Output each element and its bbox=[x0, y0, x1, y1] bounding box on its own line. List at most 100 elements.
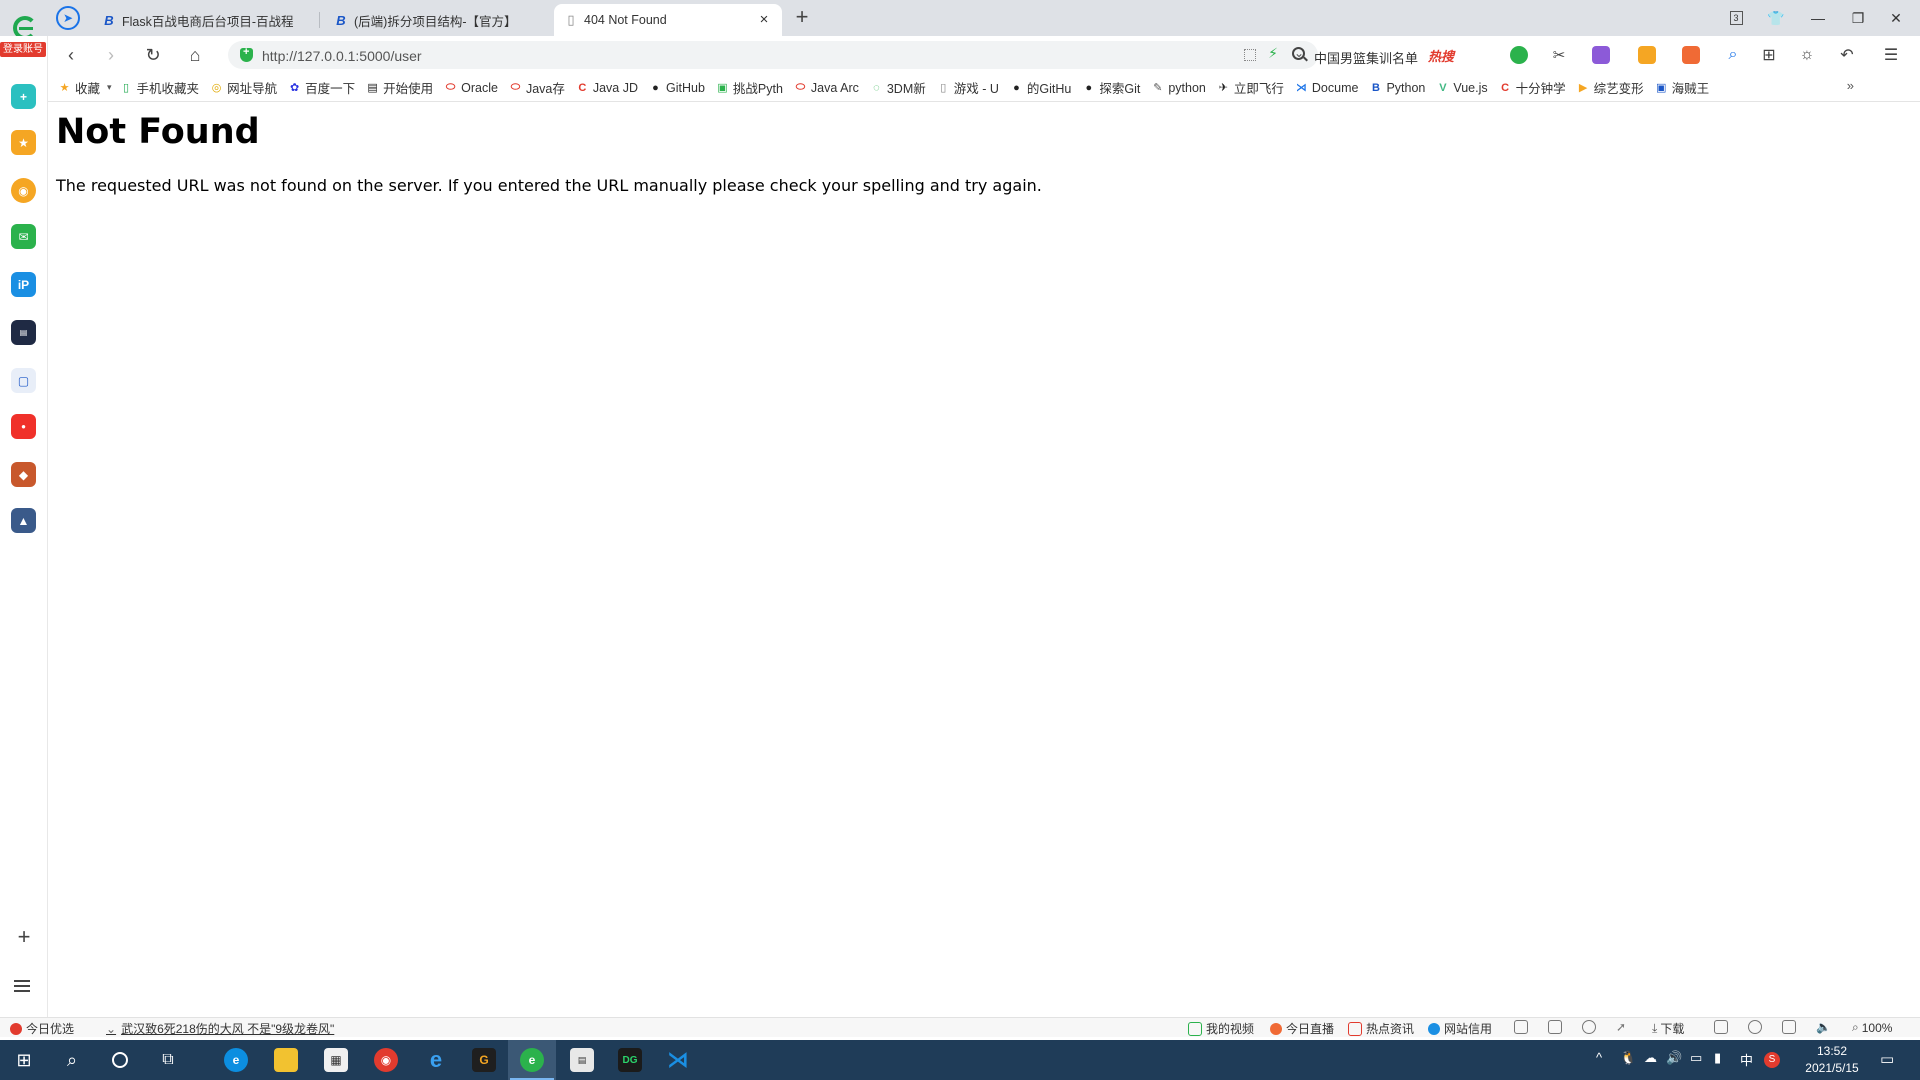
bookmark-item[interactable]: ⬭ Java存 bbox=[509, 78, 565, 98]
restore-button[interactable]: ❐ bbox=[1844, 4, 1872, 32]
shirt-icon[interactable]: 👕 bbox=[1762, 4, 1790, 32]
menu-icon[interactable]: ☰ bbox=[1878, 42, 1904, 68]
tab-count-button[interactable]: 3 bbox=[1722, 4, 1750, 32]
qr-code-icon[interactable] bbox=[1244, 49, 1256, 61]
apps-grid-icon[interactable]: ⊞ bbox=[1756, 42, 1782, 68]
qq-tray-icon[interactable]: 🐧 bbox=[1620, 1050, 1636, 1066]
window-status-icon[interactable] bbox=[1782, 1020, 1796, 1034]
address-bar[interactable]: http://127.0.0.1:5000/user ⚡ ⌄ bbox=[228, 41, 1318, 69]
show-hidden-icons[interactable]: ^ bbox=[1596, 1050, 1602, 1065]
vscode-taskbar-button[interactable]: ⋊ bbox=[654, 1040, 702, 1080]
bookmarks-more-button[interactable]: » bbox=[1847, 78, 1854, 93]
bookmark-item[interactable]: ◎ 网址导航 bbox=[210, 78, 277, 98]
bookmark-item[interactable]: ✎ python bbox=[1151, 78, 1206, 98]
ime-indicator[interactable]: 中 bbox=[1740, 1050, 1753, 1069]
brightness-icon[interactable]: ☼ bbox=[1794, 42, 1820, 68]
rocket-status-icon[interactable]: ➚ bbox=[1616, 1020, 1626, 1034]
sidebar-game-icon[interactable]: ◆ bbox=[11, 462, 36, 487]
back-button[interactable]: ‹ bbox=[58, 42, 84, 68]
bookmark-item[interactable]: B Python bbox=[1369, 78, 1425, 98]
bookmark-item[interactable]: V Vue.js bbox=[1436, 78, 1487, 98]
speed-mode-icon[interactable]: ⚡ bbox=[1268, 45, 1278, 62]
sidebar-game2-icon[interactable]: ▲ bbox=[11, 508, 36, 533]
bookmark-item[interactable]: ● GitHub bbox=[649, 78, 705, 98]
home-button[interactable]: ⌂ bbox=[182, 42, 208, 68]
bookmark-item[interactable]: ✿ 百度一下 bbox=[288, 78, 355, 98]
shield-ext-icon[interactable] bbox=[1638, 46, 1656, 64]
new-tab-button[interactable]: + bbox=[790, 6, 814, 30]
sidebar-star-icon[interactable]: ★ bbox=[11, 130, 36, 155]
sidebar-medical-icon[interactable]: + bbox=[11, 84, 36, 109]
tab-project-structure[interactable]: B (后端)拆分项目结构-【官方】 bbox=[324, 4, 552, 36]
start-button[interactable]: ⊞ bbox=[0, 1040, 48, 1080]
tab-not-found[interactable]: ▯ 404 Not Found × bbox=[554, 4, 782, 36]
explorer-taskbar-button[interactable] bbox=[262, 1040, 310, 1080]
sidebar-news-icon[interactable]: ▤ bbox=[11, 320, 36, 345]
datagrip-taskbar-button[interactable]: DG bbox=[606, 1040, 654, 1080]
bookmark-item[interactable]: ⋊ Docume bbox=[1295, 78, 1359, 98]
scissors-icon[interactable]: ✂ bbox=[1546, 42, 1572, 68]
shield-status-icon[interactable] bbox=[1514, 1020, 1528, 1034]
image-status-icon[interactable] bbox=[1548, 1020, 1562, 1034]
news-ticker[interactable]: ⌄ 武汉致6死218伤的大风 不是"9级龙卷风" bbox=[106, 1020, 334, 1037]
bookmark-item[interactable]: C 十分钟学 bbox=[1499, 78, 1566, 98]
sidebar-list-icon[interactable] bbox=[14, 980, 30, 995]
site-credit[interactable]: 网站信用 bbox=[1428, 1020, 1492, 1037]
sound-status-icon[interactable]: 🔈 bbox=[1816, 1020, 1831, 1034]
volume-tray-icon[interactable]: 🔊 bbox=[1666, 1050, 1682, 1066]
bookmark-item[interactable]: ▯ 游戏 - U bbox=[937, 78, 999, 98]
search-suggestion[interactable]: 中国男篮集训名单 bbox=[1314, 48, 1418, 67]
close-window-button[interactable]: ✕ bbox=[1882, 4, 1910, 32]
bookmark-item[interactable]: ▤ 开始使用 bbox=[366, 78, 433, 98]
navigate-icon[interactable]: ➤ bbox=[56, 6, 80, 30]
tab-flask-project[interactable]: B Flask百战电商后台项目-百战程 bbox=[92, 4, 320, 36]
bookmark-item[interactable]: ▶ 综艺变形 bbox=[1577, 78, 1644, 98]
speedtest-status-icon[interactable] bbox=[1714, 1020, 1728, 1034]
sogou-tray-icon[interactable]: S bbox=[1764, 1052, 1780, 1068]
close-icon[interactable]: × bbox=[756, 12, 772, 28]
daily-picks[interactable]: 今日优选 bbox=[10, 1020, 74, 1037]
network-tray-icon[interactable]: ☁ bbox=[1644, 1050, 1657, 1066]
bookmark-item[interactable]: ▯ 手机收藏夹 bbox=[120, 78, 199, 98]
translate-status-icon[interactable] bbox=[1582, 1020, 1596, 1034]
translate-icon[interactable] bbox=[1592, 46, 1610, 64]
browser-taskbar-button[interactable]: e bbox=[508, 1040, 556, 1080]
my-videos[interactable]: 我的视频 bbox=[1188, 1020, 1254, 1037]
bookmark-item[interactable]: ◌ 3DM新 bbox=[870, 78, 926, 98]
battery-tray-icon[interactable]: ▮ bbox=[1714, 1050, 1721, 1066]
sidebar-mail-icon[interactable]: ✉ bbox=[11, 224, 36, 249]
login-account-badge[interactable]: 登录账号 bbox=[0, 42, 46, 57]
undo-icon[interactable]: ↶ bbox=[1834, 42, 1860, 68]
ie-status-icon[interactable] bbox=[1748, 1020, 1762, 1034]
url-text[interactable]: http://127.0.0.1:5000/user bbox=[262, 48, 422, 64]
sidebar-ip-icon[interactable]: iP bbox=[11, 272, 36, 297]
display-tray-icon[interactable]: ▭ bbox=[1690, 1050, 1702, 1066]
notes-taskbar-button[interactable]: ▤ bbox=[558, 1040, 606, 1080]
hot-search-badge[interactable]: 热搜 bbox=[1428, 46, 1454, 65]
netease-music-taskbar-button[interactable]: ◉ bbox=[362, 1040, 410, 1080]
system-clock[interactable]: 13:52 2021/5/15 bbox=[1792, 1043, 1872, 1077]
bookmark-item[interactable]: ▣ 海贼王 bbox=[1655, 78, 1709, 98]
bookmark-item[interactable]: ✈ 立即飞行 bbox=[1217, 78, 1284, 98]
notification-icon[interactable]: ▭ bbox=[1880, 1050, 1894, 1068]
magnifier-ext-icon[interactable]: ⌕ bbox=[1720, 42, 1746, 68]
bookmark-folder-caret-icon[interactable]: ▾ bbox=[107, 82, 112, 93]
game-ext-icon[interactable] bbox=[1682, 46, 1700, 64]
g-app-taskbar-button[interactable]: G bbox=[460, 1040, 508, 1080]
bookmark-item[interactable]: ⬭ Java Arc bbox=[794, 78, 859, 98]
search-taskbar-button[interactable]: ⌕ bbox=[48, 1040, 96, 1080]
bookmark-item[interactable]: ▣ 挑战Pyth bbox=[716, 78, 783, 98]
store-taskbar-button[interactable]: ▦ bbox=[312, 1040, 360, 1080]
wechat-icon[interactable] bbox=[1510, 46, 1528, 64]
security-shield-icon[interactable] bbox=[240, 46, 253, 62]
minimize-button[interactable]: — bbox=[1804, 4, 1832, 32]
sidebar-add-icon[interactable]: + bbox=[12, 924, 36, 950]
edge-taskbar-button[interactable]: e bbox=[212, 1040, 260, 1080]
sidebar-doc-icon[interactable]: ▢ bbox=[11, 368, 36, 393]
search-box[interactable]: 中国男篮集训名单 热搜 bbox=[1288, 41, 1488, 69]
cortana-button[interactable] bbox=[96, 1040, 144, 1080]
hot-news[interactable]: 热点资讯 bbox=[1348, 1020, 1414, 1037]
reload-button[interactable]: ↻ bbox=[140, 42, 166, 68]
zoom-control[interactable]: ⌕ 100% bbox=[1852, 1020, 1892, 1035]
bookmark-item[interactable]: ★ 收藏 bbox=[58, 78, 100, 98]
